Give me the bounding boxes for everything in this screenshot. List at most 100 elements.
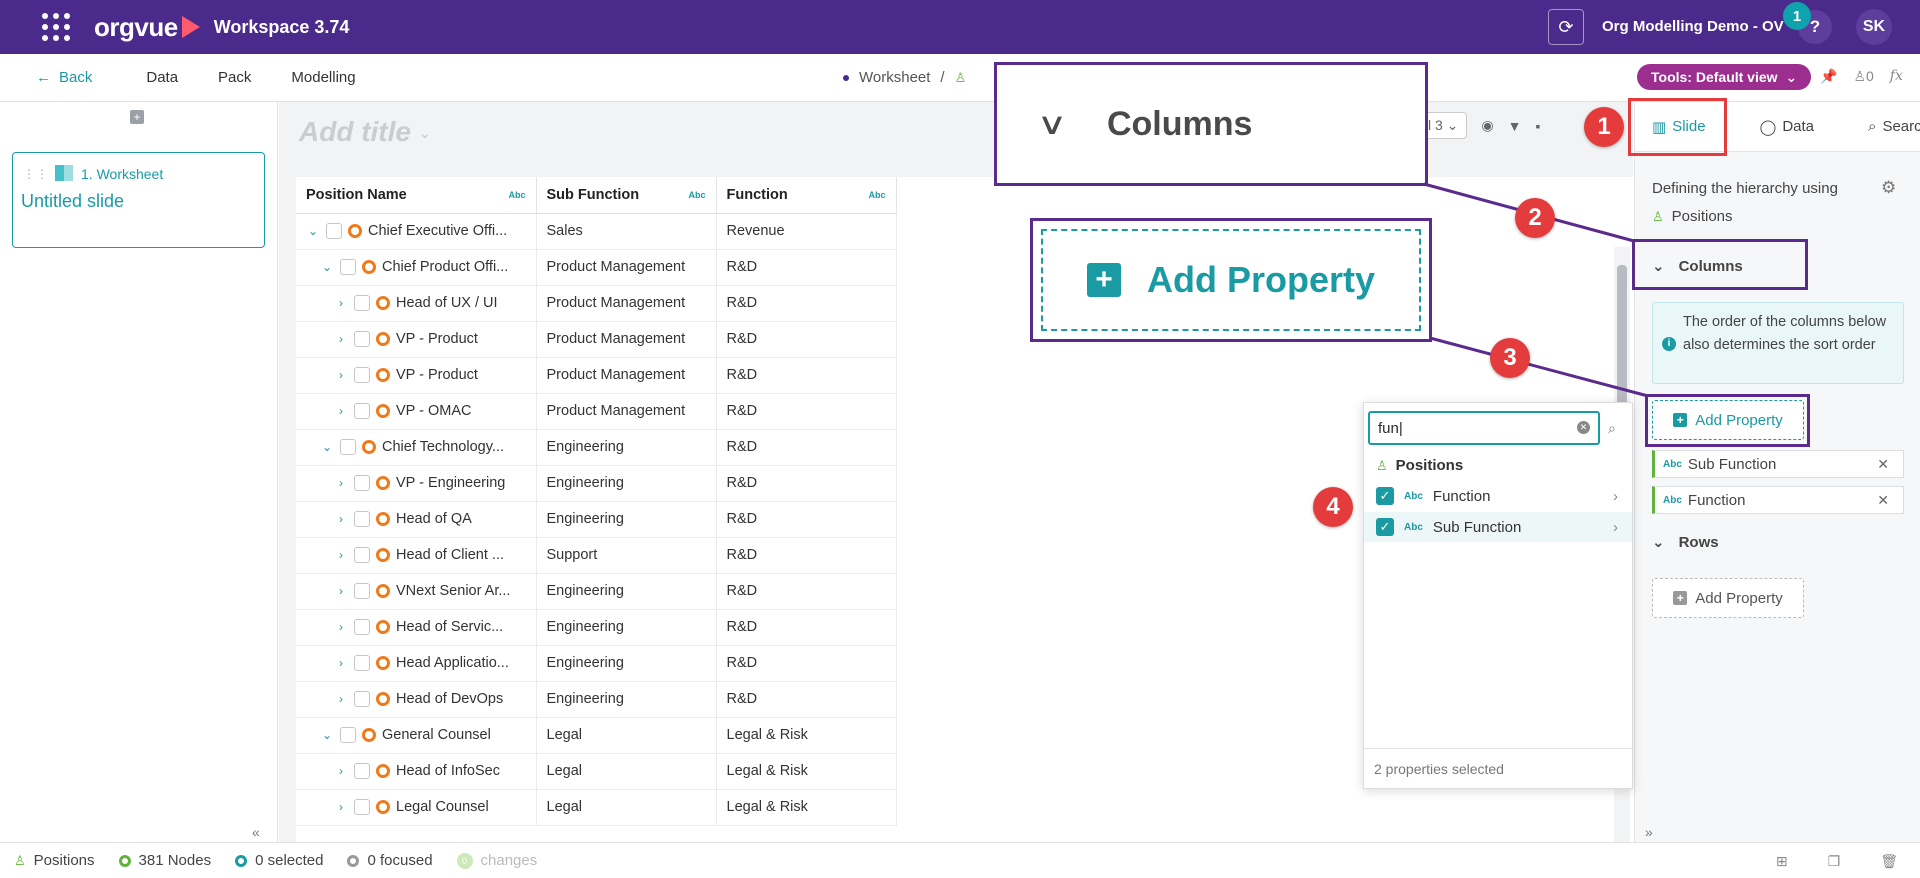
row-checkbox[interactable] (354, 403, 370, 419)
chevron-right-icon[interactable]: › (334, 476, 348, 490)
sub-function-cell[interactable]: Product Management (536, 357, 717, 394)
checkbox-checked[interactable]: ✓ (1376, 518, 1394, 536)
function-cell[interactable]: R&D (716, 537, 897, 574)
table-row[interactable]: › VNext Senior Ar... Engineering R&D (296, 573, 897, 610)
chevron-right-icon[interactable]: › (334, 404, 348, 418)
position-name-cell[interactable]: ⌄ Chief Technology... (296, 429, 537, 466)
table-row[interactable]: ⌄ Chief Technology... Engineering R&D (296, 429, 897, 466)
chevron-right-icon[interactable]: › (334, 368, 348, 382)
drag-handle-icon[interactable]: ⋮⋮ (23, 167, 49, 181)
close-icon[interactable]: ✕ (1877, 456, 1889, 473)
sub-function-cell[interactable]: Engineering (536, 429, 717, 466)
function-cell[interactable]: R&D (716, 321, 897, 358)
comment-icon[interactable]: ▪ (1536, 118, 1541, 134)
row-checkbox[interactable] (354, 367, 370, 383)
add-title[interactable]: Add title ⌄ (299, 116, 431, 148)
row-checkbox[interactable] (340, 259, 356, 275)
chevron-right-icon[interactable]: › (334, 512, 348, 526)
function-cell[interactable]: R&D (716, 609, 897, 646)
chevron-right-icon[interactable]: › (334, 620, 348, 634)
slide-card[interactable]: ⋮⋮ 1. Worksheet Untitled slide (12, 152, 265, 248)
function-cell[interactable]: R&D (716, 357, 897, 394)
add-node-icon[interactable]: ⊞ (1776, 853, 1788, 870)
crumb-worksheet[interactable]: Worksheet (859, 69, 930, 86)
function-cell[interactable]: Legal & Risk (716, 717, 897, 754)
chevron-right-icon[interactable]: › (1613, 488, 1618, 505)
chevron-down-icon[interactable]: ⌄ (320, 440, 334, 454)
table-row[interactable]: › VP - Engineering Engineering R&D (296, 465, 897, 502)
sub-function-cell[interactable]: Engineering (536, 609, 717, 646)
nav-modelling[interactable]: Modelling (291, 69, 355, 86)
column-header-sub-function[interactable]: Sub Function Abc (536, 177, 717, 214)
position-name-cell[interactable]: ⌄ Chief Product Offi... (296, 249, 537, 286)
row-checkbox[interactable] (354, 295, 370, 311)
sub-function-cell[interactable]: Engineering (536, 681, 717, 718)
position-name-cell[interactable]: › VP - Engineering (296, 465, 537, 502)
add-slide-button[interactable]: + (130, 110, 144, 124)
table-row[interactable]: › Head of Client ... Support R&D (296, 537, 897, 574)
avatar[interactable]: SK (1856, 9, 1892, 45)
chevron-right-icon[interactable]: › (334, 764, 348, 778)
function-cell[interactable]: Revenue (716, 213, 897, 250)
back-button[interactable]: ← Back (36, 69, 92, 86)
position-name-cell[interactable]: › VP - Product (296, 357, 537, 394)
table-row[interactable]: › Head of QA Engineering R&D (296, 501, 897, 538)
function-cell[interactable]: Legal & Risk (716, 753, 897, 790)
column-chip-sub-function[interactable]: Abc Sub Function ✕ (1652, 450, 1904, 478)
palette-icon[interactable]: ◉ (1481, 117, 1493, 134)
row-checkbox[interactable] (340, 439, 356, 455)
gear-icon[interactable]: ⚙ (1881, 178, 1896, 198)
row-checkbox[interactable] (354, 475, 370, 491)
position-name-cell[interactable]: › VP - Product (296, 321, 537, 358)
people-counter[interactable]: ♙0 (1853, 68, 1873, 85)
table-row[interactable]: ⌄ Chief Executive Offi... Sales Revenue (296, 213, 897, 250)
table-row[interactable]: › VP - Product Product Management R&D (296, 357, 897, 394)
position-name-cell[interactable]: › VNext Senior Ar... (296, 573, 537, 610)
table-row[interactable]: › Head of DevOps Engineering R&D (296, 681, 897, 718)
status-dimension[interactable]: ♙ Positions (14, 852, 95, 869)
collapse-left-icon[interactable]: « (252, 824, 260, 840)
sub-function-cell[interactable]: Sales (536, 213, 717, 250)
pin-icon[interactable]: 📌 (1820, 68, 1837, 85)
app-launcher-icon[interactable] (42, 13, 70, 41)
tools-view-dropdown[interactable]: Tools: Default view ⌄ (1637, 64, 1812, 90)
row-checkbox[interactable] (354, 331, 370, 347)
chevron-right-icon[interactable]: › (334, 332, 348, 346)
table-row[interactable]: › VP - OMAC Product Management R&D (296, 393, 897, 430)
row-checkbox[interactable] (354, 691, 370, 707)
function-cell[interactable]: R&D (716, 393, 897, 430)
org-name[interactable]: Org Modelling Demo - OV (1602, 18, 1784, 35)
function-cell[interactable]: R&D (716, 645, 897, 682)
sub-function-cell[interactable]: Engineering (536, 573, 717, 610)
row-checkbox[interactable] (354, 799, 370, 815)
sync-button[interactable]: ⟳ (1548, 9, 1584, 45)
checkbox-checked[interactable]: ✓ (1376, 487, 1394, 505)
column-header-position-name[interactable]: Position Name Abc (296, 177, 537, 214)
row-checkbox[interactable] (354, 619, 370, 635)
sub-function-cell[interactable]: Legal (536, 717, 717, 754)
search-icon[interactable]: ⌕ (1608, 420, 1616, 437)
function-cell[interactable]: Legal & Risk (716, 789, 897, 826)
row-checkbox[interactable] (354, 547, 370, 563)
function-cell[interactable]: R&D (716, 465, 897, 502)
chevron-right-icon[interactable]: › (1613, 519, 1618, 536)
table-row[interactable]: › Head of UX / UI Product Management R&D (296, 285, 897, 322)
row-checkbox[interactable] (354, 583, 370, 599)
table-row[interactable]: ⌄ General Counsel Legal Legal & Risk (296, 717, 897, 754)
sub-function-cell[interactable]: Engineering (536, 645, 717, 682)
nav-pack[interactable]: Pack (218, 69, 251, 86)
picker-item-function[interactable]: ✓ Abc Function › (1364, 481, 1632, 511)
chevron-right-icon[interactable]: › (334, 296, 348, 310)
position-name-cell[interactable]: › Head of DevOps (296, 681, 537, 718)
sub-function-cell[interactable]: Product Management (536, 393, 717, 430)
table-row[interactable]: › Head of Servic... Engineering R&D (296, 609, 897, 646)
trash-icon[interactable]: 🗑 (1880, 853, 1898, 870)
function-cell[interactable]: R&D (716, 285, 897, 322)
row-checkbox[interactable] (354, 655, 370, 671)
rows-section-header[interactable]: ⌄ Rows (1652, 533, 1719, 552)
chevron-right-icon[interactable]: › (334, 656, 348, 670)
duplicate-icon[interactable]: ❐ (1828, 853, 1841, 870)
position-name-cell[interactable]: › Legal Counsel (296, 789, 537, 826)
clear-icon[interactable]: ✕ (1577, 421, 1590, 434)
function-cell[interactable]: R&D (716, 429, 897, 466)
